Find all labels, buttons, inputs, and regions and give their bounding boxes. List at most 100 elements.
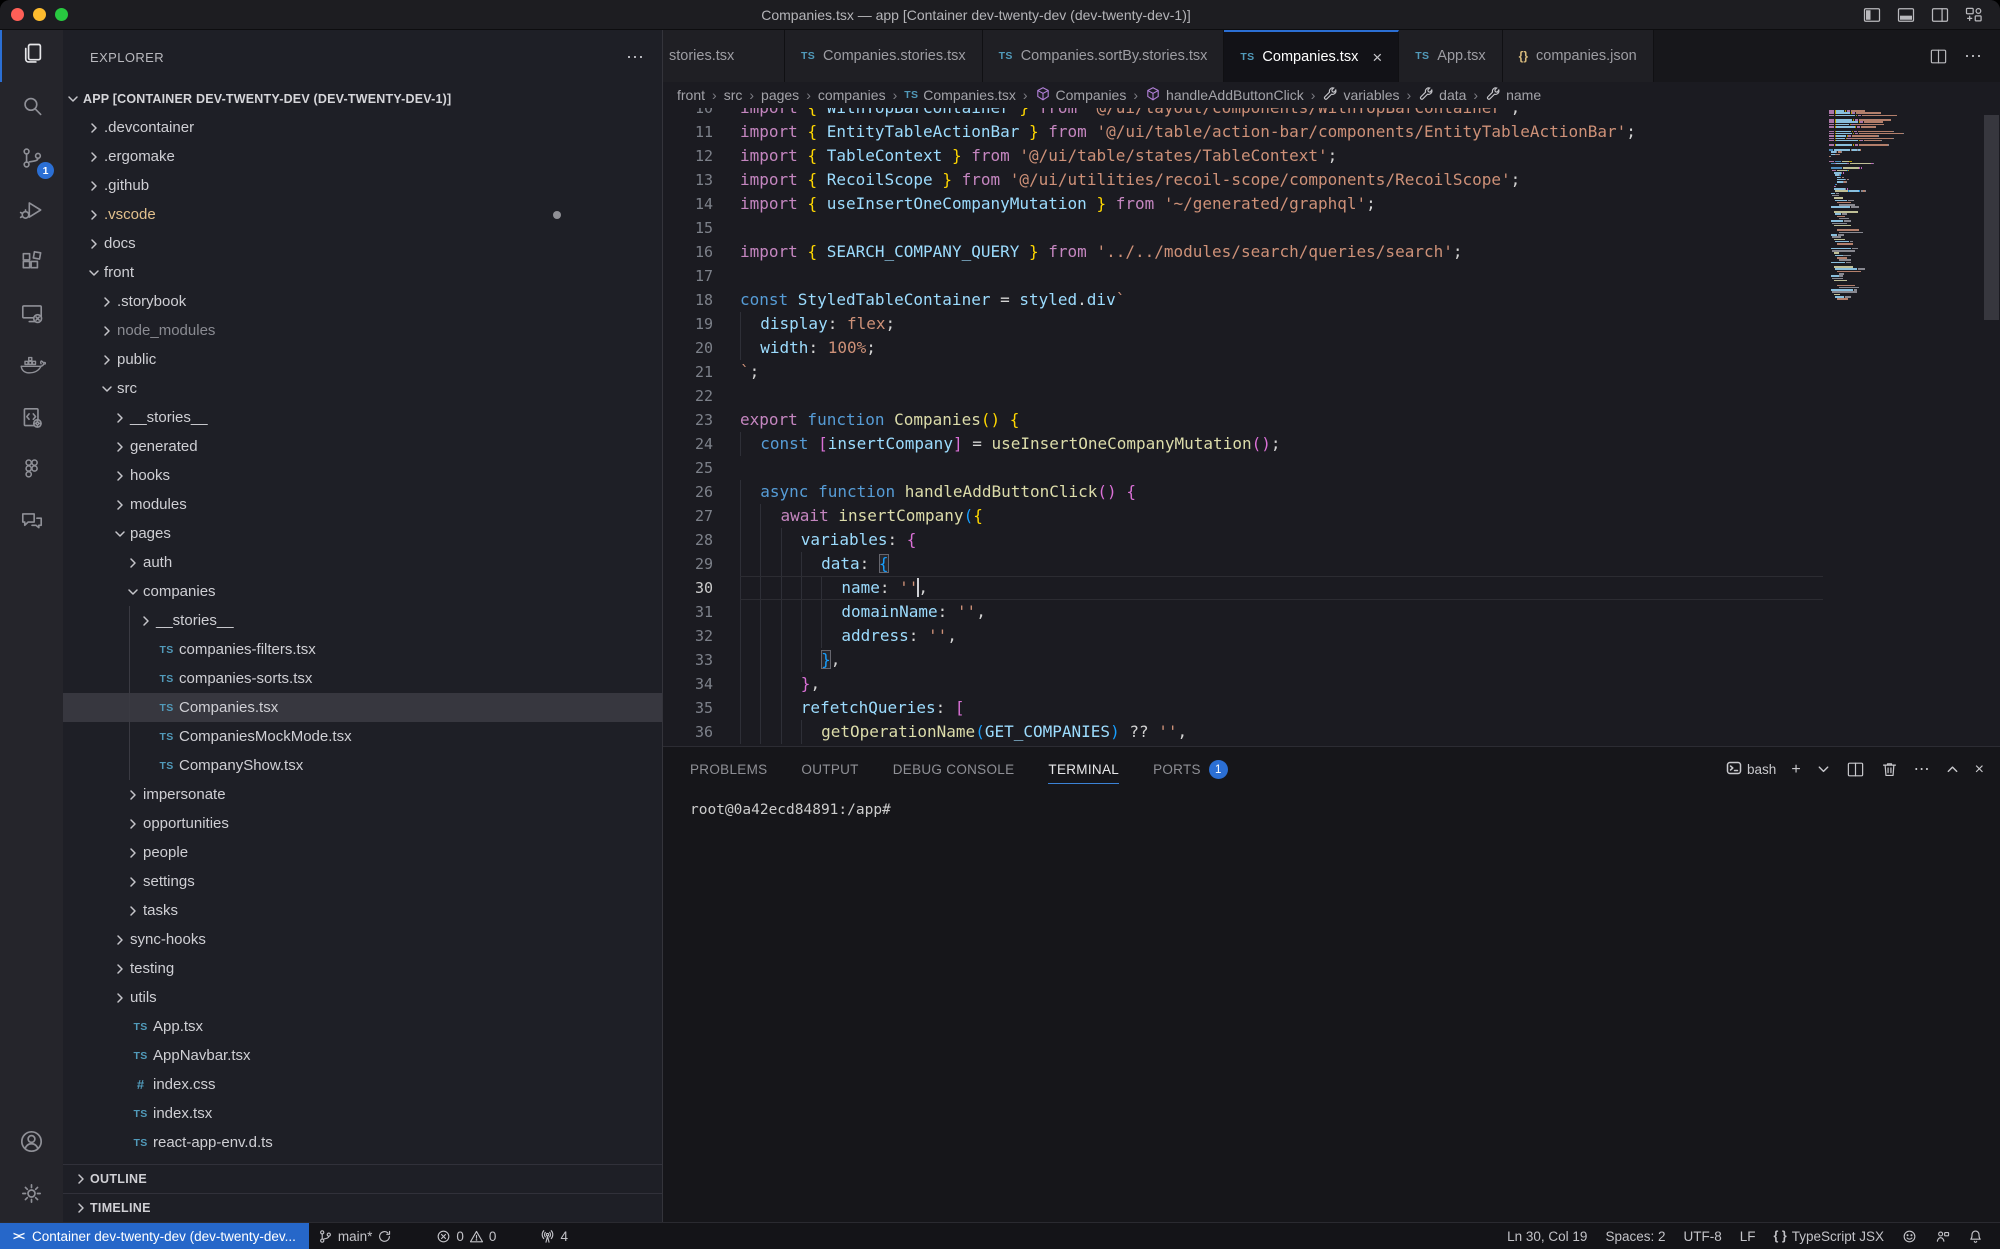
scrollbar-slider[interactable]	[1984, 115, 1999, 320]
tree-item-pages[interactable]: pages	[63, 519, 662, 548]
tree-item-github[interactable]: .github	[63, 171, 662, 200]
activity-item-run-and-debug[interactable]	[0, 186, 63, 238]
zoom-window-button[interactable]	[55, 8, 68, 21]
tree-item-companyshow-tsx[interactable]: TSCompanyShow.tsx	[63, 751, 662, 780]
breadcrumb-item-front[interactable]: front	[677, 87, 705, 103]
breadcrumb-item-name[interactable]: name	[1485, 86, 1541, 105]
panel-tab-problems[interactable]: PROBLEMS	[690, 747, 767, 792]
tree-item-companiesmockmode-tsx[interactable]: TSCompaniesMockMode.tsx	[63, 722, 662, 751]
line-number[interactable]: 12	[663, 144, 740, 168]
code-line-11[interactable]: 11import { EntityTableActionBar } from '…	[663, 120, 1823, 144]
line-number[interactable]: 28	[663, 528, 740, 552]
code-line-26[interactable]: 26 async function handleAddButtonClick()…	[663, 480, 1823, 504]
code-line-27[interactable]: 27 await insertCompany({	[663, 504, 1823, 528]
activity-item-figma[interactable]	[0, 446, 63, 498]
toggle-secondary-sidebar-icon[interactable]	[1930, 5, 1950, 25]
breadcrumb-item-data[interactable]: data	[1418, 86, 1466, 105]
code-line-24[interactable]: 24 const [insertCompany] = useInsertOneC…	[663, 432, 1823, 456]
code-line-36[interactable]: 36 getOperationName(GET_COMPANIES) ?? ''…	[663, 720, 1823, 744]
breadcrumb-item-pages[interactable]: pages	[761, 87, 799, 103]
line-number[interactable]: 11	[663, 120, 740, 144]
line-number[interactable]: 10	[663, 108, 740, 120]
breadcrumb-item-companies[interactable]: companies	[818, 87, 886, 103]
feedback-status[interactable]	[1893, 1223, 1926, 1249]
tab-app-tsx[interactable]: TSApp.tsx	[1399, 30, 1502, 82]
code-line-20[interactable]: 20 width: 100%;	[663, 336, 1823, 360]
code-line-19[interactable]: 19 display: flex;	[663, 312, 1823, 336]
code-line-28[interactable]: 28 variables: {	[663, 528, 1823, 552]
cursor-position[interactable]: Ln 30, Col 19	[1498, 1223, 1596, 1249]
tree-item-auth[interactable]: auth	[63, 548, 662, 577]
activity-item-search[interactable]	[0, 82, 63, 134]
kill-terminal-icon[interactable]	[1880, 760, 1899, 779]
tree-item-opportunities[interactable]: opportunities	[63, 809, 662, 838]
line-number[interactable]: 25	[663, 456, 740, 480]
line-number[interactable]: 17	[663, 264, 740, 288]
activity-item-manage[interactable]	[0, 1170, 63, 1222]
close-panel-icon[interactable]: ×	[1975, 762, 1984, 778]
code-line-25[interactable]: 25	[663, 456, 1823, 480]
toggle-panel-icon[interactable]	[1896, 5, 1916, 25]
activity-item-comments[interactable]	[0, 498, 63, 550]
panel-tab-terminal[interactable]: TERMINAL	[1048, 747, 1119, 792]
tree-item-hooks[interactable]: hooks	[63, 461, 662, 490]
split-terminal-icon[interactable]	[1846, 760, 1865, 779]
tree-item-devcontainer[interactable]: .devcontainer	[63, 113, 662, 142]
terminal[interactable]: root@0a42ecd84891:/app#	[663, 792, 2000, 1192]
activity-item-accounts[interactable]	[0, 1118, 63, 1170]
tree-item-ergomake[interactable]: .ergomake	[63, 142, 662, 171]
breadcrumb-item-src[interactable]: src	[724, 87, 743, 103]
breadcrumb-item-companies-tsx[interactable]: TSCompanies.tsx	[904, 87, 1016, 103]
tab-companies-tsx[interactable]: TSCompanies.tsx×	[1224, 30, 1399, 82]
toggle-sidebar-icon[interactable]	[1862, 5, 1882, 25]
line-number[interactable]: 13	[663, 168, 740, 192]
code-line-16[interactable]: 16import { SEARCH_COMPANY_QUERY } from '…	[663, 240, 1823, 264]
problems-status[interactable]: 0 0	[427, 1223, 505, 1249]
ports-status[interactable]: 4	[531, 1223, 577, 1249]
breadcrumb-item-companies[interactable]: Companies	[1035, 86, 1127, 105]
line-number[interactable]: 21	[663, 360, 740, 384]
line-number[interactable]: 29	[663, 552, 740, 576]
line-number[interactable]: 16	[663, 240, 740, 264]
tree-item-utils[interactable]: utils	[63, 983, 662, 1012]
tab-companies-json[interactable]: {}companies.json	[1503, 30, 1654, 82]
terminal-dropdown-icon[interactable]	[1816, 762, 1831, 777]
encoding-status[interactable]: UTF-8	[1674, 1223, 1730, 1249]
line-number[interactable]: 22	[663, 384, 740, 408]
line-number[interactable]: 15	[663, 216, 740, 240]
code-line-13[interactable]: 13import { RecoilScope } from '@/ui/util…	[663, 168, 1823, 192]
tree-item-vscode[interactable]: .vscode	[63, 200, 662, 229]
minimap[interactable]	[1829, 110, 1976, 303]
line-number[interactable]: 18	[663, 288, 740, 312]
tree-item-companies-sorts-tsx[interactable]: TScompanies-sorts.tsx	[63, 664, 662, 693]
panel-tab-output[interactable]: OUTPUT	[801, 747, 858, 792]
line-number[interactable]: 33	[663, 648, 740, 672]
tree-item-companies-filters-tsx[interactable]: TScompanies-filters.tsx	[63, 635, 662, 664]
line-number[interactable]: 27	[663, 504, 740, 528]
activity-item-source-control[interactable]: 1	[0, 134, 63, 186]
code-line-33[interactable]: 33 },	[663, 648, 1823, 672]
code-line-34[interactable]: 34 },	[663, 672, 1823, 696]
line-number[interactable]: 32	[663, 624, 740, 648]
new-terminal-icon[interactable]: +	[1791, 762, 1800, 778]
line-number[interactable]: 36	[663, 720, 740, 744]
tree-item-index-css[interactable]: #index.css	[63, 1070, 662, 1099]
tree-item-docs[interactable]: docs	[63, 229, 662, 258]
tree-item-tasks[interactable]: tasks	[63, 896, 662, 925]
remote-indicator[interactable]: >< Container dev-twenty-dev (dev-twenty-…	[0, 1223, 309, 1249]
tab-stories-tsx[interactable]: stories.tsx	[663, 30, 785, 82]
tree-item-react-app-env-d-ts[interactable]: TSreact-app-env.d.ts	[63, 1128, 662, 1157]
tree-item-sync-hooks[interactable]: sync-hooks	[63, 925, 662, 954]
indentation-status[interactable]: Spaces: 2	[1596, 1223, 1674, 1249]
close-icon[interactable]: ×	[1372, 49, 1382, 66]
tree-item-settings[interactable]: settings	[63, 867, 662, 896]
minimize-window-button[interactable]	[33, 8, 46, 21]
notifications-status[interactable]	[1959, 1223, 1992, 1249]
split-editor-icon[interactable]	[1929, 47, 1948, 66]
line-number[interactable]: 14	[663, 192, 740, 216]
maximize-panel-icon[interactable]	[1945, 762, 1960, 777]
tree-item-index-tsx[interactable]: TSindex.tsx	[63, 1099, 662, 1128]
activity-item-dev-containers[interactable]	[0, 394, 63, 446]
more-actions-icon[interactable]: ⋯	[626, 48, 644, 66]
tree-section-app[interactable]: APP [CONTAINER DEV-TWENTY-DEV (DEV-TWENT…	[63, 84, 662, 113]
